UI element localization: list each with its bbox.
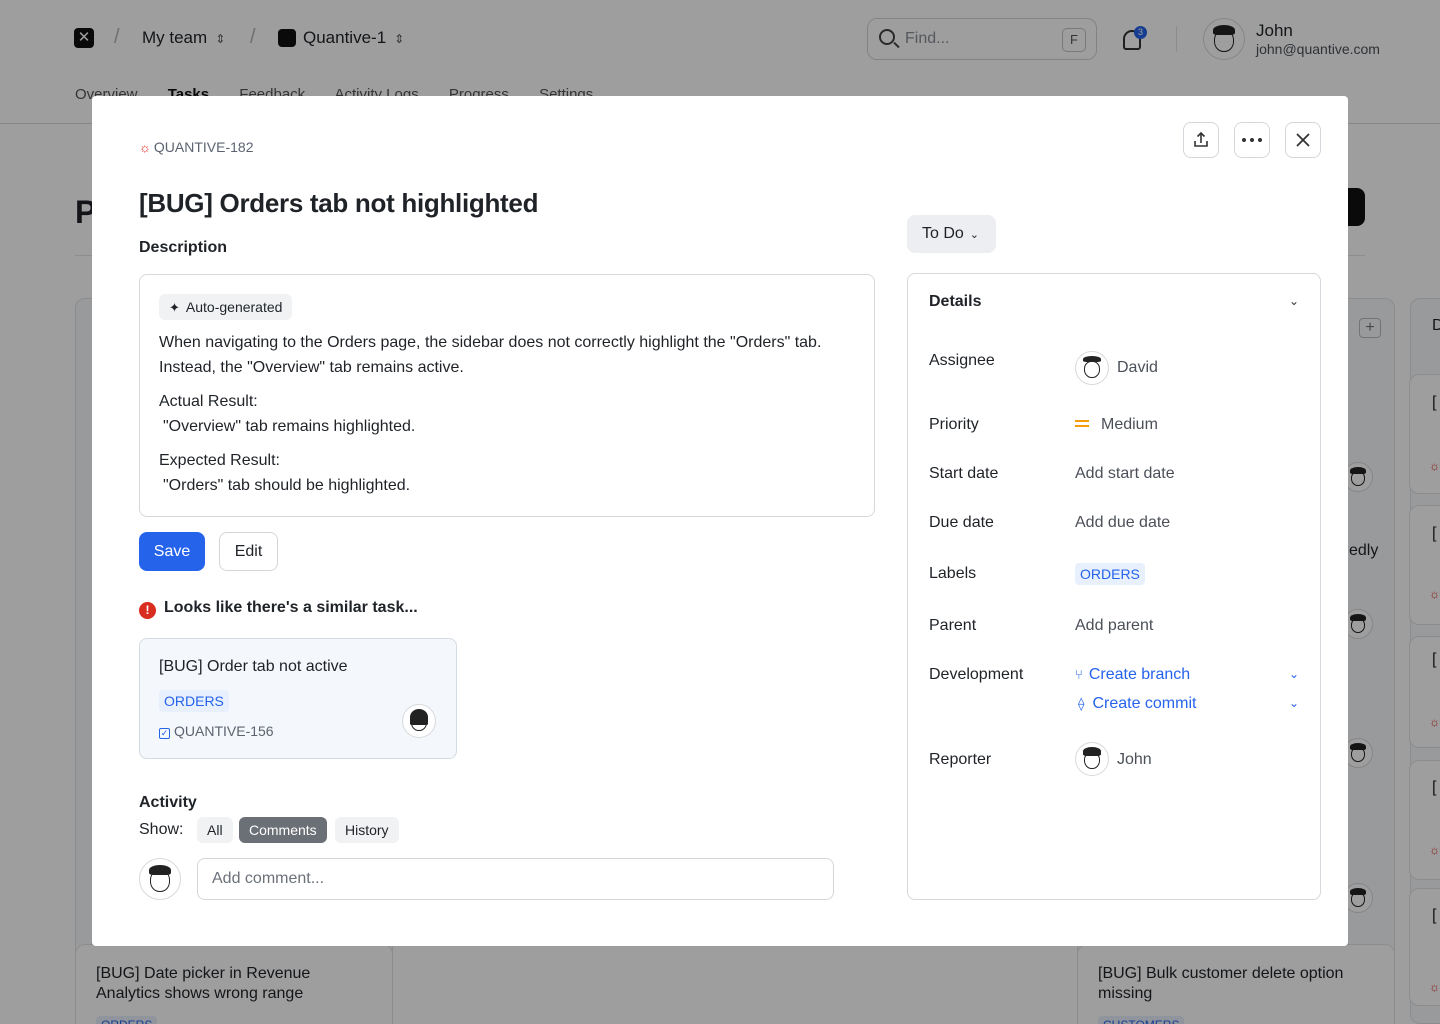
assignee-avatar[interactable] xyxy=(1075,351,1109,385)
description-label: Description xyxy=(139,239,228,256)
share-icon xyxy=(1194,131,1208,147)
start-date-field[interactable]: Add start date xyxy=(1075,465,1175,483)
label-tag[interactable]: ORDERS xyxy=(1075,563,1145,585)
create-commit-label: Create commit xyxy=(1092,695,1197,712)
priority-label: Priority xyxy=(929,416,979,433)
branch-icon: ⑂ xyxy=(1075,667,1083,682)
close-icon xyxy=(1296,133,1310,147)
similar-task-key-text: QUANTIVE-156 xyxy=(174,723,274,739)
auto-generated-badge: ✦ Auto-generated xyxy=(159,294,293,320)
description-body: When navigating to the Orders page, the … xyxy=(159,334,822,376)
assignee-value[interactable]: David xyxy=(1117,359,1158,377)
actual-result-value: "Overview" tab remains highlighted. xyxy=(163,418,416,435)
similar-task-warning: ! Looks like there's a similar task... xyxy=(139,599,418,619)
actual-result-label: Actual Result: xyxy=(159,393,258,410)
priority-value[interactable]: Medium xyxy=(1075,416,1158,434)
task-detail-modal: ☼ QUANTIVE-182 [BUG] Orders tab not highl… xyxy=(92,96,1348,946)
parent-label: Parent xyxy=(929,617,977,634)
due-date-label: Due date xyxy=(929,514,994,531)
expected-result-value: "Orders" tab should be highlighted. xyxy=(163,477,411,494)
reporter-value[interactable]: John xyxy=(1117,751,1152,769)
parent-field[interactable]: Add parent xyxy=(1075,617,1153,635)
more-options-button[interactable] xyxy=(1234,122,1270,158)
activity-show-label: Show: xyxy=(139,821,184,838)
close-button[interactable] xyxy=(1285,122,1321,158)
alert-icon: ! xyxy=(139,602,156,619)
more-icon xyxy=(1242,138,1262,142)
reporter-avatar[interactable] xyxy=(1075,742,1109,776)
issue-key-text: QUANTIVE-182 xyxy=(153,139,254,155)
priority-medium-icon xyxy=(1075,420,1089,427)
sparkle-icon: ✦ xyxy=(169,300,180,315)
reporter-label: Reporter xyxy=(929,751,992,768)
activity-heading: Activity xyxy=(139,794,197,811)
chevron-down-icon[interactable]: ⌄ xyxy=(1289,294,1299,308)
start-date-label: Start date xyxy=(929,465,999,482)
status-value: To Do xyxy=(922,225,964,242)
description-editor[interactable]: ✦ Auto-generated When navigating to the O… xyxy=(139,274,875,517)
details-title[interactable]: Details xyxy=(929,293,981,311)
similar-task-heading: Looks like there's a similar task... xyxy=(164,599,418,616)
activity-filter-history[interactable]: History xyxy=(335,817,399,843)
priority-text: Medium xyxy=(1101,416,1158,433)
details-panel: Details ⌄ Assignee David Priority Medium… xyxy=(907,273,1321,900)
activity-filter-all[interactable]: All xyxy=(197,817,233,843)
create-branch-label: Create branch xyxy=(1088,666,1191,683)
similar-task-card[interactable]: [BUG] Order tab not active ORDERS ✓ QUANT… xyxy=(139,638,457,759)
save-button[interactable]: Save xyxy=(139,532,205,571)
chevron-down-icon[interactable]: ⌄ xyxy=(1289,667,1299,681)
development-label: Development xyxy=(929,666,1024,683)
checkbox-icon: ✓ xyxy=(159,728,170,739)
bug-icon: ☼ xyxy=(139,140,151,155)
create-commit-link[interactable]: ⟠ Create commit xyxy=(1075,695,1196,713)
commit-icon: ⟠ xyxy=(1078,696,1085,711)
task-title[interactable]: [BUG] Orders tab not highlighted xyxy=(139,188,538,219)
assignee-avatar xyxy=(402,704,436,738)
similar-task-title: [BUG] Order tab not active xyxy=(159,658,348,675)
current-user-avatar xyxy=(139,858,181,900)
due-date-field[interactable]: Add due date xyxy=(1075,514,1170,532)
comment-input[interactable]: Add comment... xyxy=(197,858,834,900)
expected-result-label: Expected Result: xyxy=(159,452,280,469)
similar-task-key: ✓ QUANTIVE-156 xyxy=(159,723,274,739)
description-text: When navigating to the Orders page, the … xyxy=(159,330,859,507)
labels-label: Labels xyxy=(929,565,977,582)
status-dropdown[interactable]: To Do ⌄ xyxy=(907,215,996,253)
chevron-down-icon: ⌄ xyxy=(969,229,980,241)
activity-filter-comments[interactable]: Comments xyxy=(239,817,327,843)
auto-generated-label: Auto-generated xyxy=(185,299,283,315)
issue-key[interactable]: ☼ QUANTIVE-182 xyxy=(139,139,254,155)
similar-task-tag: ORDERS xyxy=(159,690,229,712)
chevron-down-icon[interactable]: ⌄ xyxy=(1289,696,1299,710)
assignee-label: Assignee xyxy=(929,352,995,369)
edit-button[interactable]: Edit xyxy=(219,532,278,571)
create-branch-link[interactable]: ⑂ Create branch xyxy=(1075,666,1190,684)
share-button[interactable] xyxy=(1183,122,1219,158)
